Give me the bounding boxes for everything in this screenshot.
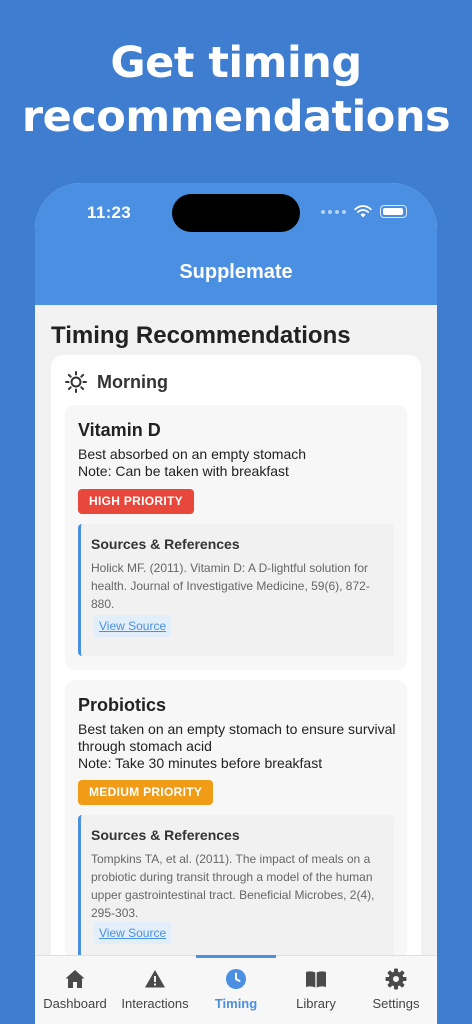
morning-section: Morning Vitamin D Best absorbed on an em… [51,355,421,955]
battery-icon [380,205,407,218]
promo-headline: Get timing recommendations [0,36,472,144]
sources-citation: Holick MF. (2011). Vitamin D: A D-lightf… [91,561,370,611]
tab-dashboard[interactable]: Dashboard [35,956,115,1024]
tab-label: Interactions [121,996,189,1011]
sources-box: Sources & References Tompkins TA, et al.… [78,815,394,955]
scroll-content[interactable]: Timing Recommendations Morning Vitamin D [35,305,437,955]
promo-line-2: recommendations [21,92,451,142]
section-title: Morning [97,371,168,392]
timing-note: Note: Can be taken with breakfast [78,463,289,479]
status-time: 11:23 [87,203,132,222]
supplement-card-probiotics[interactable]: Probiotics Best taken on an empty stomac… [65,680,407,955]
supplement-name: Vitamin D [78,420,161,440]
status-icons [321,205,407,218]
view-source-link[interactable]: View Source [94,922,172,944]
tab-library[interactable]: Library [276,956,356,1024]
tab-interactions[interactable]: Interactions [115,956,195,1024]
warning-icon [145,970,165,988]
view-source-link[interactable]: View Source [94,615,172,637]
priority-badge: MEDIUM PRIORITY [78,780,214,805]
priority-badge: HIGH PRIORITY [78,489,194,514]
tab-label: Timing [214,996,258,1011]
sources-title: Sources & References [91,827,240,843]
clock-icon [226,969,246,989]
phone-frame: 11:23 Supplemate Timing Recommendations [35,183,437,1024]
home-icon [65,970,85,988]
tab-label: Dashboard [43,996,107,1011]
book-icon [306,971,326,988]
promo-line-1: Get timing [110,38,362,88]
timing-advice: Best absorbed on an empty stomach [78,446,307,462]
tab-label: Library [296,996,336,1011]
section-header: Morning [65,371,168,393]
dynamic-island [172,194,300,232]
tab-timing[interactable]: Timing [196,955,276,1024]
supplement-name: Probiotics [78,695,167,715]
wifi-icon [354,205,372,218]
sources-citation: Tompkins TA, et al. (2011). The impact o… [91,852,375,920]
tab-bar: Dashboard Interactions Timing Library Se… [35,955,437,1024]
timing-note: Note: Take 30 minutes before breakfast [78,755,323,771]
cellular-signal-icon [321,209,346,214]
sources-box: Sources & References Holick MF. (2011). … [78,524,394,656]
app-header: 11:23 Supplemate [35,183,437,305]
app-title: Supplemate [179,261,293,283]
supplement-card-vitamin-d[interactable]: Vitamin D Best absorbed on an empty stom… [65,405,407,670]
tab-settings[interactable]: Settings [356,956,436,1024]
tab-label: Settings [372,996,420,1011]
timing-advice: Best taken on an empty stomach to ensure… [78,721,396,754]
sun-icon [65,371,87,393]
sources-title: Sources & References [91,536,240,552]
gear-icon [385,968,407,990]
page-title: Timing Recommendations [51,322,351,349]
